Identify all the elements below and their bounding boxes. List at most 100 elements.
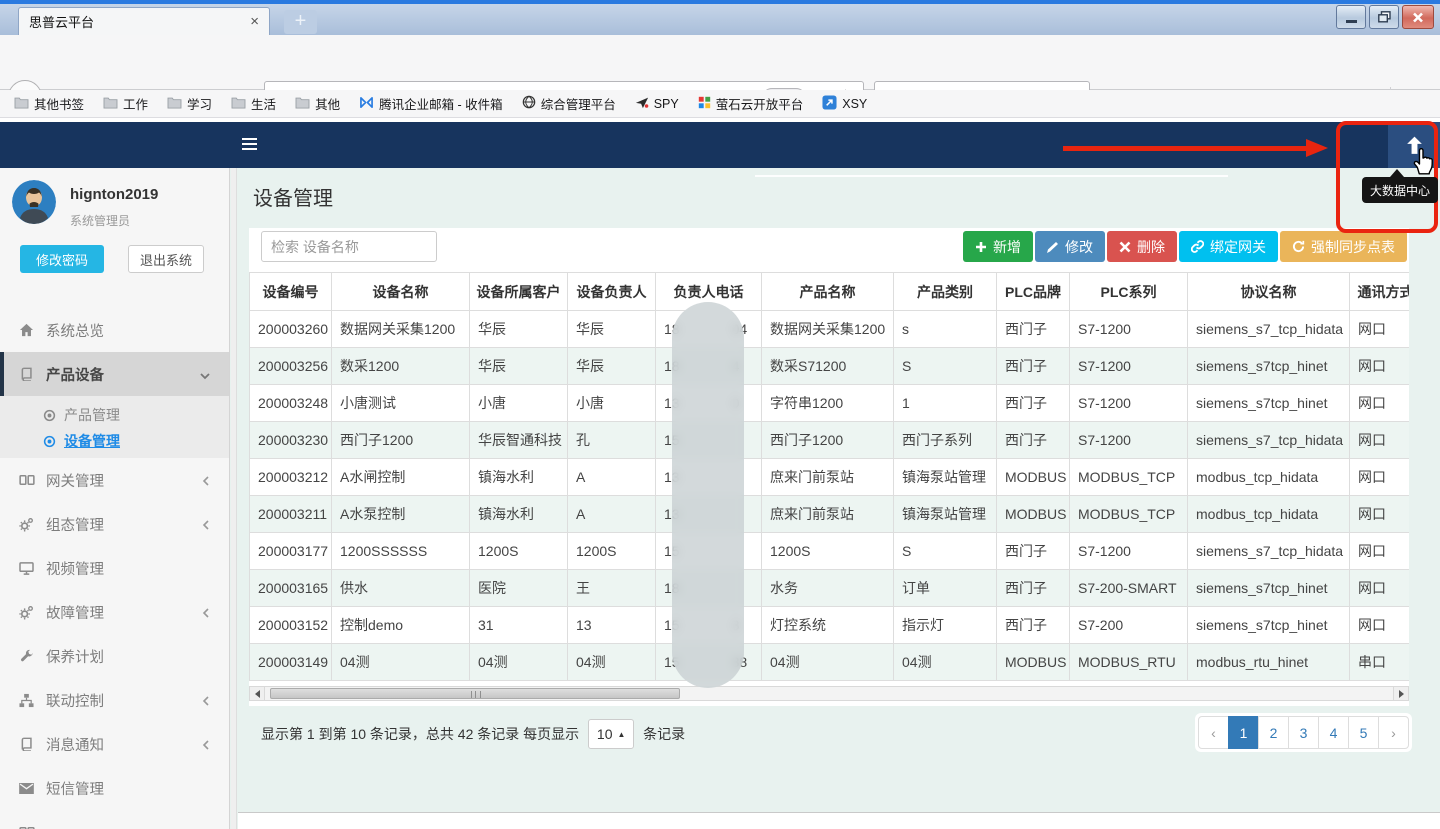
table-row[interactable]: 200003212A水闸控制镇海水利A13庶来门前泵站镇海泵站管理MODBUSM… xyxy=(250,459,1410,496)
page-button-2[interactable]: 2 xyxy=(1258,716,1289,749)
sidebar-item-label: 短信管理 xyxy=(46,778,104,799)
change-password-button[interactable]: 修改密码 xyxy=(20,245,104,273)
column-header[interactable]: 产品名称 xyxy=(762,273,894,311)
sidebar-item-故障管理[interactable]: 故障管理 xyxy=(0,590,230,634)
bookmark-label: XSY xyxy=(842,97,867,111)
device-search-input[interactable] xyxy=(261,231,437,262)
browser-tab[interactable]: 思普云平台 × xyxy=(18,7,270,35)
column-header[interactable]: 通讯方式 xyxy=(1350,273,1410,311)
删除-button[interactable]: 删除 xyxy=(1107,231,1177,262)
sidebar-collapse-icon[interactable] xyxy=(242,138,257,153)
bookmark-item[interactable]: 学习 xyxy=(167,94,212,113)
column-header[interactable]: 产品类别 xyxy=(894,273,997,311)
restore-button[interactable] xyxy=(1369,5,1399,29)
table-row[interactable]: 2000031771200SSSSSS1200S1200S151200SS西门子… xyxy=(250,533,1410,570)
cell-plc_series: S7-1200 xyxy=(1070,348,1188,385)
next-page-button[interactable]: › xyxy=(1378,716,1409,749)
cell-name: A水闸控制 xyxy=(332,459,470,496)
sidebar-item-产品设备[interactable]: 产品设备 xyxy=(0,352,230,396)
cell-protocol: siemens_s7_tcp_hidata xyxy=(1188,533,1350,570)
强制同步点表-button[interactable]: 强制同步点表 xyxy=(1280,231,1407,262)
cell-name: 1200SSSSSS xyxy=(332,533,470,570)
cell-category: 04测 xyxy=(894,644,997,681)
page-button-1[interactable]: 1 xyxy=(1228,716,1259,749)
horizontal-scrollbar[interactable] xyxy=(249,686,1409,701)
cell-customer: 镇海水利 xyxy=(470,496,568,533)
column-header[interactable]: 协议名称 xyxy=(1188,273,1350,311)
page-button-5[interactable]: 5 xyxy=(1348,716,1379,749)
cell-plc_brand: MODBUS xyxy=(997,496,1070,533)
cell-category: 指示灯 xyxy=(894,607,997,644)
link-icon xyxy=(1191,240,1204,253)
sidebar-item-消息通知[interactable]: 消息通知 xyxy=(0,722,230,766)
cell-name: 小唐测试 xyxy=(332,385,470,422)
sidebar-subitem-产品管理[interactable]: 产品管理 xyxy=(0,402,230,428)
cell-protocol: siemens_s7tcp_hinet xyxy=(1188,607,1350,644)
tab-close-icon[interactable]: × xyxy=(250,13,259,30)
sidebar-divider xyxy=(231,168,237,829)
cell-plc_brand: 西门子 xyxy=(997,607,1070,644)
column-header[interactable]: PLC系列 xyxy=(1070,273,1188,311)
column-header[interactable]: 设备所属客户 xyxy=(470,273,568,311)
bookmark-item[interactable]: 其他 xyxy=(295,94,340,113)
table-row[interactable]: 200003152控制demo3113153灯控系统指示灯西门子S7-200si… xyxy=(250,607,1410,644)
page-button-3[interactable]: 3 xyxy=(1288,716,1319,749)
bookmark-item[interactable]: 生活 xyxy=(231,94,276,113)
bookmark-item[interactable]: 萤石云开放平台 xyxy=(698,94,804,113)
cell-plc_series: MODBUS_RTU xyxy=(1070,644,1188,681)
bookmark-item[interactable]: SPY xyxy=(635,95,679,112)
scroll-left-button[interactable] xyxy=(250,687,265,700)
column-header[interactable]: PLC品牌 xyxy=(997,273,1070,311)
table-row[interactable]: 200003165供水医院王18水务订单西门子S7-200-SMARTsieme… xyxy=(250,570,1410,607)
scrollbar-thumb[interactable] xyxy=(270,688,680,699)
cell-plc_brand: 西门子 xyxy=(997,348,1070,385)
page-button-4[interactable]: 4 xyxy=(1318,716,1349,749)
cell-category: 镇海泵站管理 xyxy=(894,496,997,533)
close-button[interactable] xyxy=(1402,5,1434,29)
minimize-button[interactable] xyxy=(1336,5,1366,29)
close-icon xyxy=(1412,12,1424,23)
new-tab-button[interactable]: + xyxy=(284,10,317,34)
caret-up-icon: ▲ xyxy=(618,730,626,739)
column-header[interactable]: 设备名称 xyxy=(332,273,470,311)
table-row[interactable]: 200003256数采1200华辰华辰184数采S71200S西门子S7-120… xyxy=(250,348,1410,385)
table-row[interactable]: 20000314904测04测04测153804测04测MODBUSMODBUS… xyxy=(250,644,1410,681)
cell-category: S xyxy=(894,533,997,570)
table-row[interactable]: 200003211A水泵控制镇海水利A13庶来门前泵站镇海泵站管理MODBUSM… xyxy=(250,496,1410,533)
sidebar-item-网关管理[interactable]: 网关管理 xyxy=(0,458,230,502)
column-header[interactable]: 设备负责人 xyxy=(568,273,656,311)
column-header[interactable]: 设备编号 xyxy=(250,273,332,311)
page-number-group: ‹12345› xyxy=(1195,713,1412,752)
table-row[interactable]: 200003248小唐测试小唐小唐130字符串12001西门子S7-1200si… xyxy=(250,385,1410,422)
sidebar: hignton2019 系统管理员 修改密码 退出系统 系统总览产品设备产品管理… xyxy=(0,168,230,829)
修改-button[interactable]: 修改 xyxy=(1035,231,1105,262)
table-row[interactable]: 200003230西门子1200华辰智通科技孔15西门子1200西门子系列西门子… xyxy=(250,422,1410,459)
scroll-right-button[interactable] xyxy=(1393,687,1408,700)
bookmark-label: SPY xyxy=(654,97,679,111)
bookmark-item[interactable]: 腾讯企业邮箱 - 收件箱 xyxy=(359,94,503,113)
table-row[interactable]: 200003260数据网关采集1200华辰华辰1804数据网关采集1200s西门… xyxy=(250,311,1410,348)
avatar[interactable] xyxy=(12,180,56,224)
bookmark-item[interactable]: 其他书签 xyxy=(14,94,84,113)
bookmark-item[interactable]: 工作 xyxy=(103,94,148,113)
新增-button[interactable]: 新增 xyxy=(963,231,1033,262)
sidebar-item-组态管理[interactable]: 组态管理 xyxy=(0,502,230,546)
sidebar-item-系统总览[interactable]: 系统总览 xyxy=(0,308,230,352)
sidebar-item-partial[interactable] xyxy=(0,810,230,829)
sidebar-item-保养计划[interactable]: 保养计划 xyxy=(0,634,230,678)
sidebar-item-联动控制[interactable]: 联动控制 xyxy=(0,678,230,722)
绑定网关-button[interactable]: 绑定网关 xyxy=(1179,231,1278,262)
per-page-select[interactable]: 10▲ xyxy=(588,719,634,749)
logout-button[interactable]: 退出系统 xyxy=(128,245,204,273)
sidebar-subitem-设备管理[interactable]: 设备管理 xyxy=(0,428,230,454)
sidebar-item-视频管理[interactable]: 视频管理 xyxy=(0,546,230,590)
prev-page-button[interactable]: ‹ xyxy=(1198,716,1229,749)
cell-product: 1200S xyxy=(762,533,894,570)
book-icon xyxy=(18,737,35,751)
bookmark-label: 综合管理平台 xyxy=(541,94,616,113)
sidebar-item-短信管理[interactable]: 短信管理 xyxy=(0,766,230,810)
bookmarks-bar: 其他书签工作学习生活其他腾讯企业邮箱 - 收件箱 综合管理平台 SPY 萤石云开放平台… xyxy=(0,90,1440,118)
bookmark-item[interactable]: 综合管理平台 xyxy=(522,94,616,113)
bookmark-item[interactable]: XSY xyxy=(822,95,867,113)
page-footer xyxy=(238,812,1440,829)
